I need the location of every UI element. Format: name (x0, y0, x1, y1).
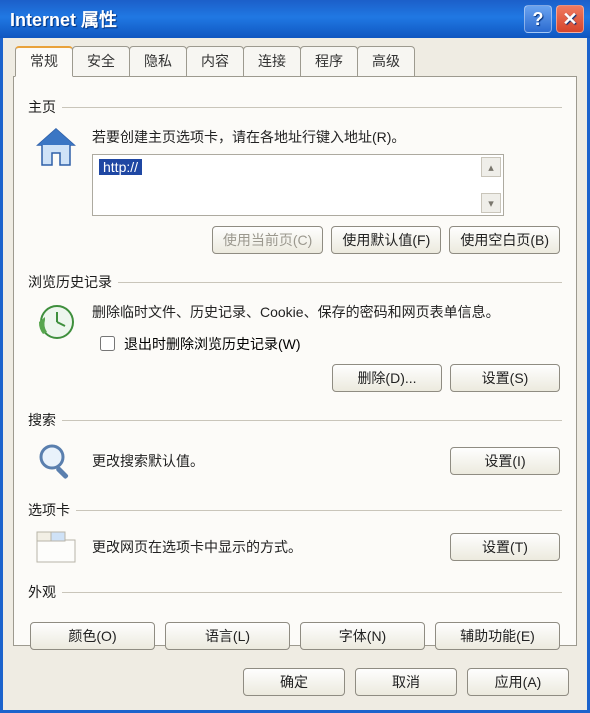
close-button[interactable]: ✕ (556, 5, 584, 33)
tab-content[interactable]: 内容 (186, 46, 244, 77)
search-desc: 更改搜索默认值。 (92, 451, 440, 472)
delete-on-exit-checkbox[interactable]: 退出时删除浏览历史记录(W) (96, 333, 560, 354)
history-icon (30, 302, 82, 344)
group-homepage-legend: 主页 (28, 97, 62, 117)
group-appearance-legend: 外观 (28, 582, 62, 602)
group-tabs: 选项卡 更改网页在选项卡中显示的方式。 设置(T) (28, 500, 562, 564)
tab-panel-general: 主页 若要创建主页选项卡，请在各地址行键入地址(R)。 http:// ▴ ▾ (13, 76, 577, 646)
apply-button[interactable]: 应用(A) (467, 668, 569, 696)
delete-on-exit-label: 退出时删除浏览历史记录(W) (124, 334, 301, 354)
home-icon (30, 127, 82, 169)
tab-programs[interactable]: 程序 (300, 46, 358, 77)
ok-button[interactable]: 确定 (243, 668, 345, 696)
tab-strip: 常规 安全 隐私 内容 连接 程序 高级 (15, 46, 577, 77)
use-current-page-button: 使用当前页(C) (212, 226, 323, 254)
help-button[interactable]: ? (524, 5, 552, 33)
homepage-url-value: http:// (99, 159, 142, 175)
delete-on-exit-input[interactable] (100, 336, 115, 351)
group-search: 搜索 更改搜索默认值。 设置(I) (28, 410, 562, 482)
use-blank-button[interactable]: 使用空白页(B) (449, 226, 560, 254)
homepage-desc: 若要创建主页选项卡，请在各地址行键入地址(R)。 (92, 127, 560, 148)
dialog-button-row: 确定 取消 应用(A) (243, 668, 569, 696)
group-history: 浏览历史记录 删除临时文件、历史记录、Cookie、保存的密码和网页表单信息。 … (28, 272, 562, 392)
window-title: Internet 属性 (10, 6, 117, 32)
languages-button[interactable]: 语言(L) (165, 622, 290, 650)
cancel-button[interactable]: 取消 (355, 668, 457, 696)
tabs-settings-button[interactable]: 设置(T) (450, 533, 560, 561)
tab-security[interactable]: 安全 (72, 46, 130, 77)
tab-privacy[interactable]: 隐私 (129, 46, 187, 77)
tab-connections[interactable]: 连接 (243, 46, 301, 77)
search-icon (30, 440, 82, 482)
colors-button[interactable]: 颜色(O) (30, 622, 155, 650)
history-settings-button[interactable]: 设置(S) (450, 364, 560, 392)
title-bar: Internet 属性 ? ✕ (0, 0, 590, 38)
accessibility-button[interactable]: 辅助功能(E) (435, 622, 560, 650)
tab-general[interactable]: 常规 (15, 46, 73, 77)
group-homepage: 主页 若要创建主页选项卡，请在各地址行键入地址(R)。 http:// ▴ ▾ (28, 97, 562, 254)
tab-advanced[interactable]: 高级 (357, 46, 415, 77)
tabs-desc: 更改网页在选项卡中显示的方式。 (92, 537, 440, 558)
tabs-icon (30, 530, 82, 564)
use-default-button[interactable]: 使用默认值(F) (331, 226, 441, 254)
history-desc: 删除临时文件、历史记录、Cookie、保存的密码和网页表单信息。 (92, 302, 560, 323)
dialog-client: 常规 安全 隐私 内容 连接 程序 高级 主页 若要创建主页选项卡，请在各地址行… (0, 38, 590, 713)
history-delete-button[interactable]: 删除(D)... (332, 364, 442, 392)
scroll-down-icon[interactable]: ▾ (481, 193, 501, 213)
group-tabs-legend: 选项卡 (28, 500, 76, 520)
fonts-button[interactable]: 字体(N) (300, 622, 425, 650)
homepage-url-input[interactable]: http:// ▴ ▾ (92, 154, 504, 216)
scroll-up-icon[interactable]: ▴ (481, 157, 501, 177)
group-appearance: 外观 颜色(O) 语言(L) 字体(N) 辅助功能(E) (28, 582, 562, 650)
group-search-legend: 搜索 (28, 410, 62, 430)
group-history-legend: 浏览历史记录 (28, 272, 118, 292)
search-settings-button[interactable]: 设置(I) (450, 447, 560, 475)
